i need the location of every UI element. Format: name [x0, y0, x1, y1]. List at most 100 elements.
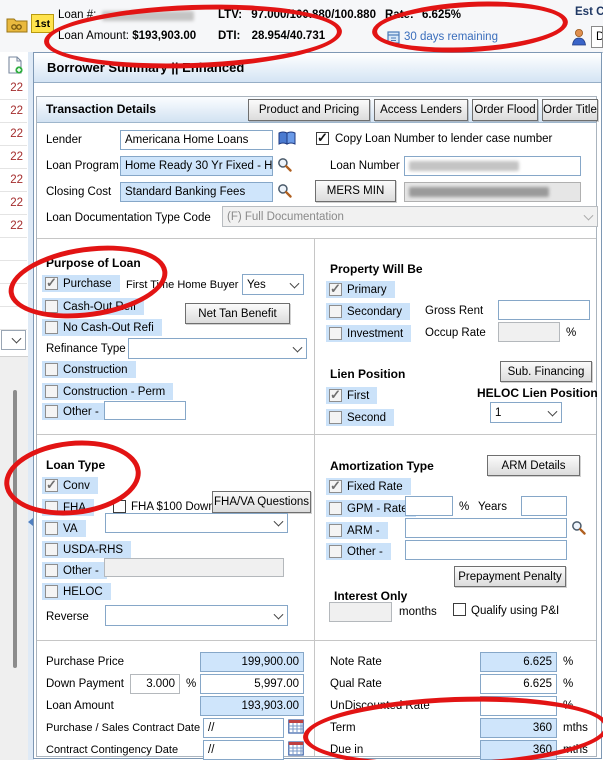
conv-checkbox[interactable]	[45, 479, 58, 492]
copy-loan-number-checkbox[interactable]	[316, 132, 329, 145]
heloc-checkbox[interactable]	[45, 585, 58, 598]
arm-search-icon[interactable]	[571, 520, 586, 535]
gpm-rate-input[interactable]	[405, 496, 453, 516]
purpose-construction-perm-row[interactable]: Construction - Perm	[42, 383, 173, 400]
purpose-other-row[interactable]: Other -	[42, 403, 107, 420]
reverse-dropdown[interactable]	[105, 605, 288, 626]
amort-other-row[interactable]: Other -	[326, 543, 391, 560]
sidebar-list-item[interactable]: 22	[0, 77, 27, 100]
purpose-purchase-row[interactable]: Purchase	[42, 275, 120, 292]
interest-only-months-input[interactable]	[329, 602, 392, 622]
mers-min-field[interactable]	[404, 182, 581, 202]
property-investment-row[interactable]: Investment	[326, 325, 411, 342]
no-cash-out-refi-checkbox[interactable]	[45, 321, 58, 334]
loan-program-search-icon[interactable]	[277, 157, 292, 172]
gpm-checkbox[interactable]	[329, 502, 342, 515]
qual-rate-field[interactable]: 6.625	[480, 674, 557, 694]
mers-min-button[interactable]: MERS MIN	[315, 180, 396, 202]
second-lien-checkbox[interactable]	[329, 411, 342, 424]
loan-number-input[interactable]	[404, 156, 581, 176]
purpose-nocashout-row[interactable]: No Cash-Out Refi	[42, 319, 162, 336]
access-lenders-button[interactable]: Access Lenders	[374, 99, 468, 121]
investment-checkbox[interactable]	[329, 327, 342, 340]
note-rate-field[interactable]: 6.625	[480, 652, 557, 672]
lien-second-row[interactable]: Second	[326, 409, 394, 426]
purpose-other-checkbox[interactable]	[45, 405, 58, 418]
purpose-construction-row[interactable]: Construction	[42, 361, 136, 378]
sidebar-list-item-empty[interactable]	[0, 238, 27, 261]
loan-type-heloc-row[interactable]: HELOC	[42, 583, 111, 600]
arm-checkbox[interactable]	[329, 524, 342, 537]
property-primary-row[interactable]: Primary	[326, 281, 395, 298]
fthb-dropdown[interactable]: Yes	[242, 274, 304, 295]
refinance-type-dropdown[interactable]	[128, 338, 307, 359]
arm-input[interactable]	[405, 518, 567, 538]
sidebar-list-item[interactable]: 22	[0, 215, 27, 238]
purpose-other-input[interactable]	[104, 401, 186, 420]
undiscounted-rate-field[interactable]	[480, 696, 557, 716]
down-payment-field[interactable]: 5,997.00	[200, 674, 304, 694]
fha-checkbox[interactable]	[45, 501, 58, 514]
due-in-field[interactable]: 360	[480, 740, 557, 760]
loan-type-fha-row[interactable]: FHA	[42, 499, 94, 516]
contingency-date-calendar-icon[interactable]	[288, 741, 304, 756]
purchase-checkbox[interactable]	[45, 277, 58, 290]
lien-first-row[interactable]: First	[326, 387, 377, 404]
loan-program-input[interactable]: Home Ready 30 Yr Fixed - HRF30	[120, 156, 273, 176]
prepayment-penalty-button[interactable]: Prepayment Penalty	[454, 566, 566, 587]
loan-type-conv-row[interactable]: Conv	[42, 477, 98, 494]
contract-date-calendar-icon[interactable]	[288, 719, 304, 734]
cash-out-refi-checkbox[interactable]	[45, 300, 58, 313]
loan-type-other-checkbox[interactable]	[45, 564, 58, 577]
property-secondary-row[interactable]: Secondary	[326, 303, 410, 320]
loan-type-va-row[interactable]: VA	[42, 520, 86, 537]
purpose-cashout-row[interactable]: Cash-Out Refi	[42, 298, 144, 315]
va-checkbox[interactable]	[45, 522, 58, 535]
order-flood-button[interactable]: Order Flood	[472, 99, 538, 121]
net-tan-benefit-button[interactable]: Net Tan Benefit	[185, 303, 290, 324]
sidebar-list-item-empty[interactable]	[0, 284, 27, 307]
construction-perm-checkbox[interactable]	[45, 385, 58, 398]
fha-va-questions-button[interactable]: FHA/VA Questions	[212, 491, 311, 513]
qualify-pi-checkbox[interactable]	[453, 603, 466, 616]
sidebar-list-item[interactable]: 22	[0, 146, 27, 169]
loan-amount-field[interactable]: 193,903.00	[200, 696, 304, 716]
contingency-date-input[interactable]: //	[203, 740, 284, 760]
secondary-checkbox[interactable]	[329, 305, 342, 318]
contract-date-input[interactable]: //	[203, 718, 284, 738]
term-field[interactable]: 360	[480, 718, 557, 738]
order-title-button[interactable]: Order Title	[542, 99, 598, 121]
contact-person-icon[interactable]	[571, 28, 587, 46]
sidebar-list-item[interactable]: 22	[0, 123, 27, 146]
lender-input[interactable]: Americana Home Loans	[120, 130, 273, 150]
sidebar-dropdown[interactable]	[1, 330, 26, 350]
loan-type-other-row[interactable]: Other -	[42, 562, 107, 579]
fixed-rate-checkbox[interactable]	[329, 480, 342, 493]
amort-arm-row[interactable]: ARM -	[326, 522, 388, 539]
amort-fixed-row[interactable]: Fixed Rate	[326, 478, 411, 495]
purchase-price-field[interactable]: 199,900.00	[200, 652, 304, 672]
new-document-icon[interactable]	[6, 56, 24, 74]
heloc-lien-position-dropdown[interactable]: 1	[490, 402, 562, 423]
sidebar-list-item[interactable]: 22	[0, 100, 27, 123]
occup-rate-input[interactable]	[498, 322, 560, 342]
loan-type-usda-row[interactable]: USDA-RHS	[42, 541, 131, 558]
address-book-icon[interactable]	[278, 131, 296, 146]
sidebar-list-item-empty[interactable]	[0, 261, 27, 284]
primary-checkbox[interactable]	[329, 283, 342, 296]
amort-other-checkbox[interactable]	[329, 545, 342, 558]
sidebar-list-item[interactable]: 22	[0, 169, 27, 192]
construction-checkbox[interactable]	[45, 363, 58, 376]
sidebar-list-item[interactable]: 22	[0, 192, 27, 215]
amort-other-input[interactable]	[405, 540, 567, 560]
amort-gpm-row[interactable]: GPM - Rate	[326, 500, 416, 517]
sidebar-scrollbar-thumb[interactable]	[13, 390, 17, 668]
usda-rhs-checkbox[interactable]	[45, 543, 58, 556]
loan-type-other-input[interactable]	[104, 558, 284, 577]
linked-folder-icon[interactable]	[6, 16, 28, 33]
closing-cost-input[interactable]: Standard Banking Fees	[120, 182, 273, 202]
days-remaining-link[interactable]: 30 days remaining	[404, 31, 498, 43]
closing-cost-search-icon[interactable]	[277, 183, 292, 198]
va-dropdown[interactable]	[105, 513, 288, 533]
fha-100-down-checkbox[interactable]	[113, 500, 126, 513]
